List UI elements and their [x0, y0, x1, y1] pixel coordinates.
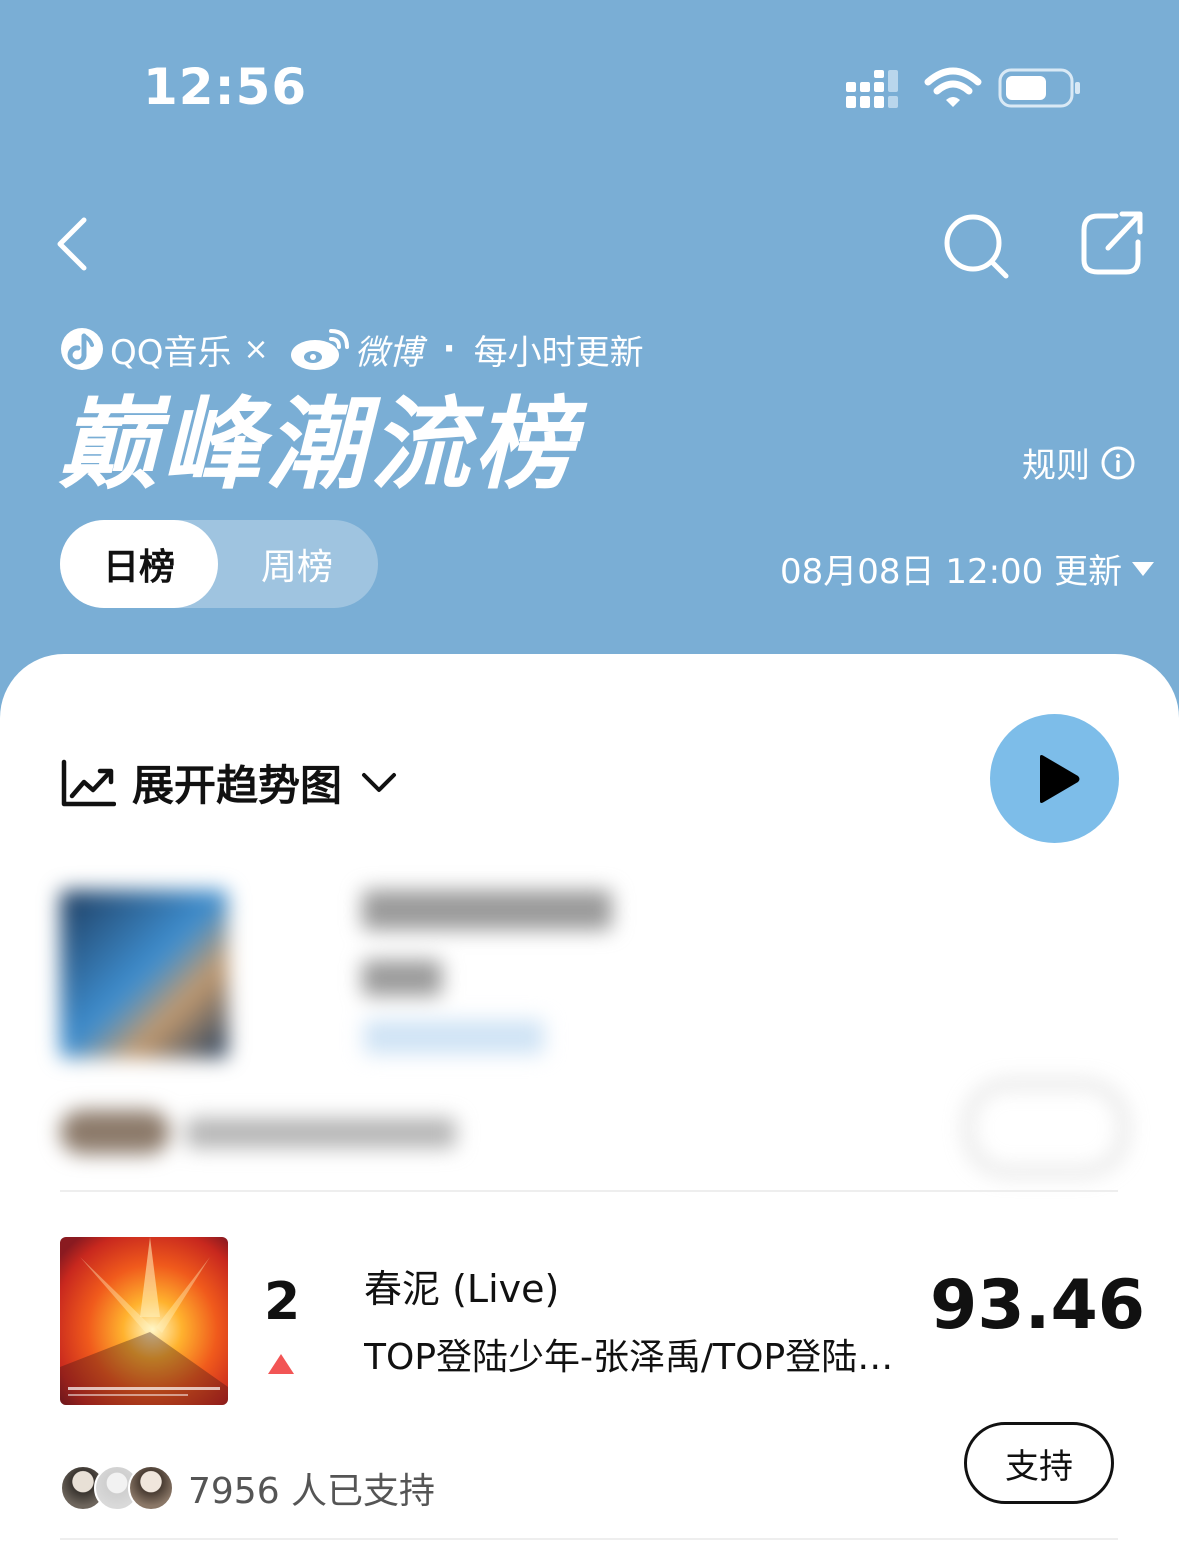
- artist-placeholder: [362, 960, 442, 996]
- status-time: 12:56: [143, 58, 308, 116]
- weibo-logo-icon: [290, 329, 349, 370]
- play-all-button[interactable]: [990, 714, 1119, 843]
- blurred-chart-row: [0, 860, 1179, 1180]
- period-tabs: 日榜 周榜: [60, 520, 378, 608]
- avatar: [128, 1465, 174, 1511]
- screen: 12:56 QQ音乐 × 微博 · 每小时更新 巅峰潮流榜 规则 日榜 周榜 0…: [0, 0, 1179, 1557]
- cellular-signal-icon: [846, 70, 898, 108]
- rules-link[interactable]: 规则: [1022, 438, 1136, 487]
- chart-score: 93.46: [930, 1266, 1146, 1345]
- tab-weekly[interactable]: 周榜: [218, 520, 376, 608]
- song-title[interactable]: 春泥 (Live): [364, 1258, 559, 1313]
- supporter-count-placeholder: [186, 1118, 456, 1148]
- caret-down-icon: [1132, 561, 1155, 576]
- tag-placeholder: [364, 1020, 544, 1054]
- rank-number: 2: [264, 1272, 301, 1332]
- search-icon[interactable]: [940, 210, 1012, 282]
- share-icon[interactable]: [1076, 206, 1148, 278]
- supporters: 7956 人已支持: [60, 1462, 435, 1514]
- battery-icon: [998, 68, 1080, 108]
- trend-chart-icon: [61, 759, 116, 806]
- expand-trend-toggle[interactable]: 展开趋势图: [60, 752, 398, 813]
- tab-daily[interactable]: 日榜: [60, 520, 218, 608]
- chevron-down-icon: [362, 772, 397, 792]
- brand-line: QQ音乐 × 微博 · 每小时更新: [60, 326, 644, 373]
- album-cover: [60, 890, 228, 1058]
- wifi-icon: [924, 67, 982, 107]
- supporter-avatars: [60, 1110, 170, 1154]
- supporter-count: 7956 人已支持: [188, 1471, 436, 1512]
- qq-music-logo-icon: [61, 328, 103, 370]
- page-title: 巅峰潮流榜: [58, 386, 578, 503]
- song-artist[interactable]: TOP登陆少年-张泽禹/TOP登陆少年-邓佳鑫: [364, 1328, 924, 1380]
- song-name-placeholder: [362, 890, 612, 930]
- qq-music-label: QQ音乐: [110, 332, 232, 373]
- rules-label: 规则: [1022, 446, 1090, 486]
- row-divider: [60, 1538, 1118, 1540]
- rank-up-icon: [268, 1354, 294, 1374]
- support-button[interactable]: [966, 1082, 1126, 1174]
- expand-trend-label: 展开趋势图: [132, 761, 343, 810]
- back-icon[interactable]: [48, 212, 100, 276]
- album-cover[interactable]: [60, 1237, 228, 1405]
- times-sign: ×: [243, 331, 269, 367]
- play-icon: [1040, 755, 1080, 803]
- separator-dot: ·: [442, 329, 456, 369]
- info-icon: [1101, 446, 1135, 479]
- update-frequency: 每小时更新: [473, 332, 644, 373]
- update-time-label: 08月08日 12:00 更新: [780, 552, 1123, 592]
- row-divider: [60, 1190, 1118, 1192]
- support-button[interactable]: 支持: [964, 1422, 1114, 1504]
- update-time-selector[interactable]: 08月08日 12:00 更新: [780, 544, 1156, 593]
- weibo-label: 微博: [354, 332, 423, 373]
